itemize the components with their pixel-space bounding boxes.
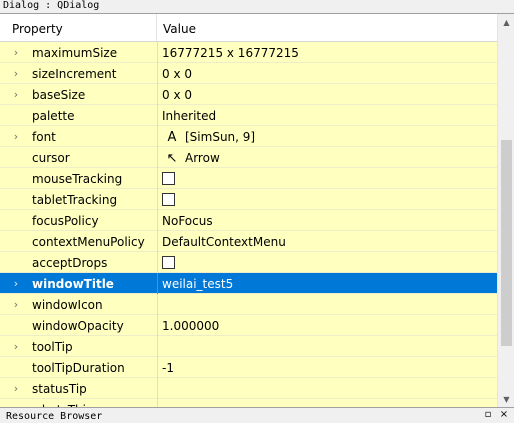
property-row-acceptDrops[interactable]: acceptDrops bbox=[0, 252, 497, 273]
column-divider bbox=[157, 168, 158, 189]
expand-chevron-icon[interactable]: › bbox=[10, 63, 22, 84]
property-row-palette[interactable]: palette Inherited bbox=[0, 105, 497, 126]
property-value[interactable]: 0 x 0 bbox=[162, 63, 192, 84]
column-divider bbox=[157, 357, 158, 378]
arrow-cursor-icon: ↖ bbox=[166, 151, 178, 166]
property-row-contextMenuPolicy[interactable]: contextMenuPolicy DefaultContextMenu bbox=[0, 231, 497, 252]
column-divider bbox=[157, 84, 158, 105]
property-checkbox[interactable] bbox=[162, 193, 175, 206]
column-divider bbox=[157, 189, 158, 210]
expand-chevron-icon[interactable]: › bbox=[10, 126, 22, 147]
property-list: › maximumSize 16777215 x 16777215 › sizeIncr… bbox=[0, 42, 497, 408]
property-row-toolTip[interactable]: › toolTip bbox=[0, 336, 497, 357]
value-column-header[interactable]: Value bbox=[157, 14, 497, 41]
property-name: focusPolicy bbox=[32, 214, 99, 228]
property-value[interactable]: [SimSun, 9] bbox=[185, 126, 255, 147]
property-value[interactable]: NoFocus bbox=[162, 210, 213, 231]
property-row-windowTitle[interactable]: › windowTitle weilai_test5 bbox=[0, 273, 497, 294]
property-name: contextMenuPolicy bbox=[32, 235, 145, 249]
vertical-scrollbar[interactable]: ▲ ▼ bbox=[497, 14, 514, 408]
property-editor: Property Value › maximumSize 16777215 x 16… bbox=[0, 13, 514, 408]
property-name: sizeIncrement bbox=[32, 67, 117, 81]
expand-chevron-icon[interactable]: › bbox=[10, 42, 22, 63]
property-checkbox[interactable] bbox=[162, 256, 175, 269]
scroll-up-icon[interactable]: ▲ bbox=[498, 14, 514, 31]
expand-chevron-icon[interactable]: › bbox=[10, 378, 22, 399]
dialog-title: Dialog : QDialog bbox=[0, 0, 514, 13]
expand-chevron-icon[interactable]: › bbox=[10, 336, 22, 357]
resource-browser-title: Resource Browser bbox=[6, 411, 103, 422]
property-row-font[interactable]: › font A [SimSun, 9] bbox=[0, 126, 497, 147]
property-row-sizeIncrement[interactable]: › sizeIncrement 0 x 0 bbox=[0, 63, 497, 84]
column-divider bbox=[157, 252, 158, 273]
property-value[interactable]: DefaultContextMenu bbox=[162, 231, 286, 252]
property-name: palette bbox=[32, 109, 75, 123]
property-name: cursor bbox=[32, 151, 70, 165]
property-row-mouseTracking[interactable]: mouseTracking bbox=[0, 168, 497, 189]
font-icon: A bbox=[167, 130, 177, 145]
property-name: font bbox=[32, 130, 56, 144]
property-header: Property Value bbox=[0, 14, 497, 42]
property-checkbox[interactable] bbox=[162, 172, 175, 185]
column-divider bbox=[157, 210, 158, 231]
float-icon[interactable]: ▫ bbox=[482, 410, 494, 420]
expand-chevron-icon[interactable]: › bbox=[10, 273, 22, 294]
property-name: windowIcon bbox=[32, 298, 103, 312]
column-divider bbox=[157, 273, 158, 294]
column-divider bbox=[157, 378, 158, 399]
property-row-tabletTracking[interactable]: tabletTracking bbox=[0, 189, 497, 210]
property-row-toolTipDuration[interactable]: toolTipDuration -1 bbox=[0, 357, 497, 378]
column-divider bbox=[157, 63, 158, 84]
column-divider bbox=[157, 294, 158, 315]
property-name: mouseTracking bbox=[32, 172, 123, 186]
property-name: acceptDrops bbox=[32, 256, 108, 270]
property-name: tabletTracking bbox=[32, 193, 118, 207]
scroll-down-icon[interactable]: ▼ bbox=[498, 391, 514, 408]
column-divider bbox=[157, 231, 158, 252]
close-icon[interactable]: × bbox=[498, 410, 510, 420]
property-value[interactable]: 1.000000 bbox=[162, 315, 219, 336]
property-value[interactable]: 0 x 0 bbox=[162, 84, 192, 105]
property-name: windowTitle bbox=[32, 277, 114, 291]
property-column-header[interactable]: Property bbox=[6, 14, 157, 41]
column-divider bbox=[157, 336, 158, 357]
property-value[interactable]: -1 bbox=[162, 357, 174, 378]
property-row-statusTip[interactable]: › statusTip bbox=[0, 378, 497, 399]
property-name: statusTip bbox=[32, 382, 87, 396]
column-divider bbox=[157, 147, 158, 168]
property-value[interactable]: 16777215 x 16777215 bbox=[162, 42, 299, 63]
property-name: maximumSize bbox=[32, 46, 118, 60]
column-divider bbox=[157, 315, 158, 336]
property-name: baseSize bbox=[32, 88, 86, 102]
resource-browser-dock: Resource Browser ▫ × bbox=[0, 407, 514, 422]
property-value[interactable]: Arrow bbox=[185, 147, 220, 168]
property-value[interactable]: weilai_test5 bbox=[162, 273, 233, 294]
column-divider bbox=[157, 105, 158, 126]
property-name: toolTip bbox=[32, 340, 73, 354]
scrollbar-thumb[interactable] bbox=[501, 140, 512, 346]
expand-chevron-icon[interactable]: › bbox=[10, 294, 22, 315]
property-name: windowOpacity bbox=[32, 319, 124, 333]
property-value[interactable]: Inherited bbox=[162, 105, 216, 126]
property-row-baseSize[interactable]: › baseSize 0 x 0 bbox=[0, 84, 497, 105]
property-row-cursor[interactable]: cursor ↖ Arrow bbox=[0, 147, 497, 168]
property-row-maximumSize[interactable]: › maximumSize 16777215 x 16777215 bbox=[0, 42, 497, 63]
property-row-windowOpacity[interactable]: windowOpacity 1.000000 bbox=[0, 315, 497, 336]
column-divider bbox=[157, 42, 158, 63]
column-divider bbox=[157, 126, 158, 147]
property-name: toolTipDuration bbox=[32, 361, 125, 375]
property-row-windowIcon[interactable]: › windowIcon bbox=[0, 294, 497, 315]
property-row-focusPolicy[interactable]: focusPolicy NoFocus bbox=[0, 210, 497, 231]
expand-chevron-icon[interactable]: › bbox=[10, 84, 22, 105]
